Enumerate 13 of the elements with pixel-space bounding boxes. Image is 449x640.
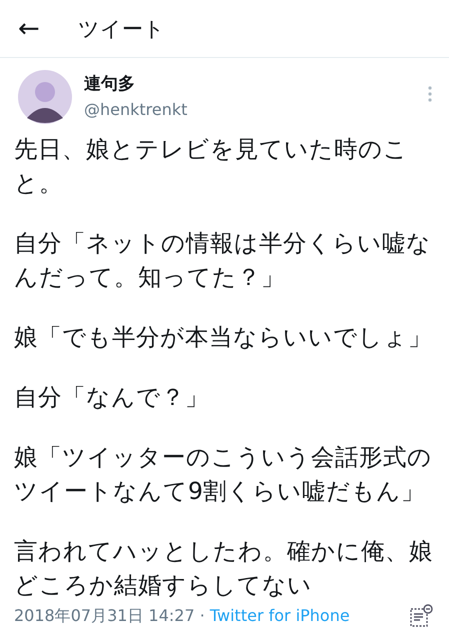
tweet-text: 娘「でも半分が本当ならいいでしょ」 <box>14 322 433 353</box>
tweet-text: 言われてハッとしたわ。確かに俺、娘どころか結婚すらしてない <box>14 536 434 601</box>
tweet-text: 自分「なんで？」 <box>14 382 210 413</box>
author-handle[interactable]: @henktrenkt <box>84 97 427 123</box>
back-button[interactable]: ← <box>18 14 58 44</box>
author-name[interactable]: 連句多 <box>84 71 427 97</box>
tweet-text: 娘「ツイッターのこういう会話形式のツイートなんて9割くらい嘘だもん」 <box>14 442 433 507</box>
avatar[interactable] <box>18 70 72 124</box>
tweet-text: 自分「ネットの情報は半分くらい嘘なんだって。知ってた？」 <box>14 228 432 293</box>
tweet-text: 先日、娘とテレビを見ていた時のこと。 <box>14 134 409 199</box>
page-title: ツイート <box>78 16 165 42</box>
reader-icon[interactable] <box>409 604 433 628</box>
timestamp: 2018年07月31日 14:27 · <box>14 606 206 624</box>
